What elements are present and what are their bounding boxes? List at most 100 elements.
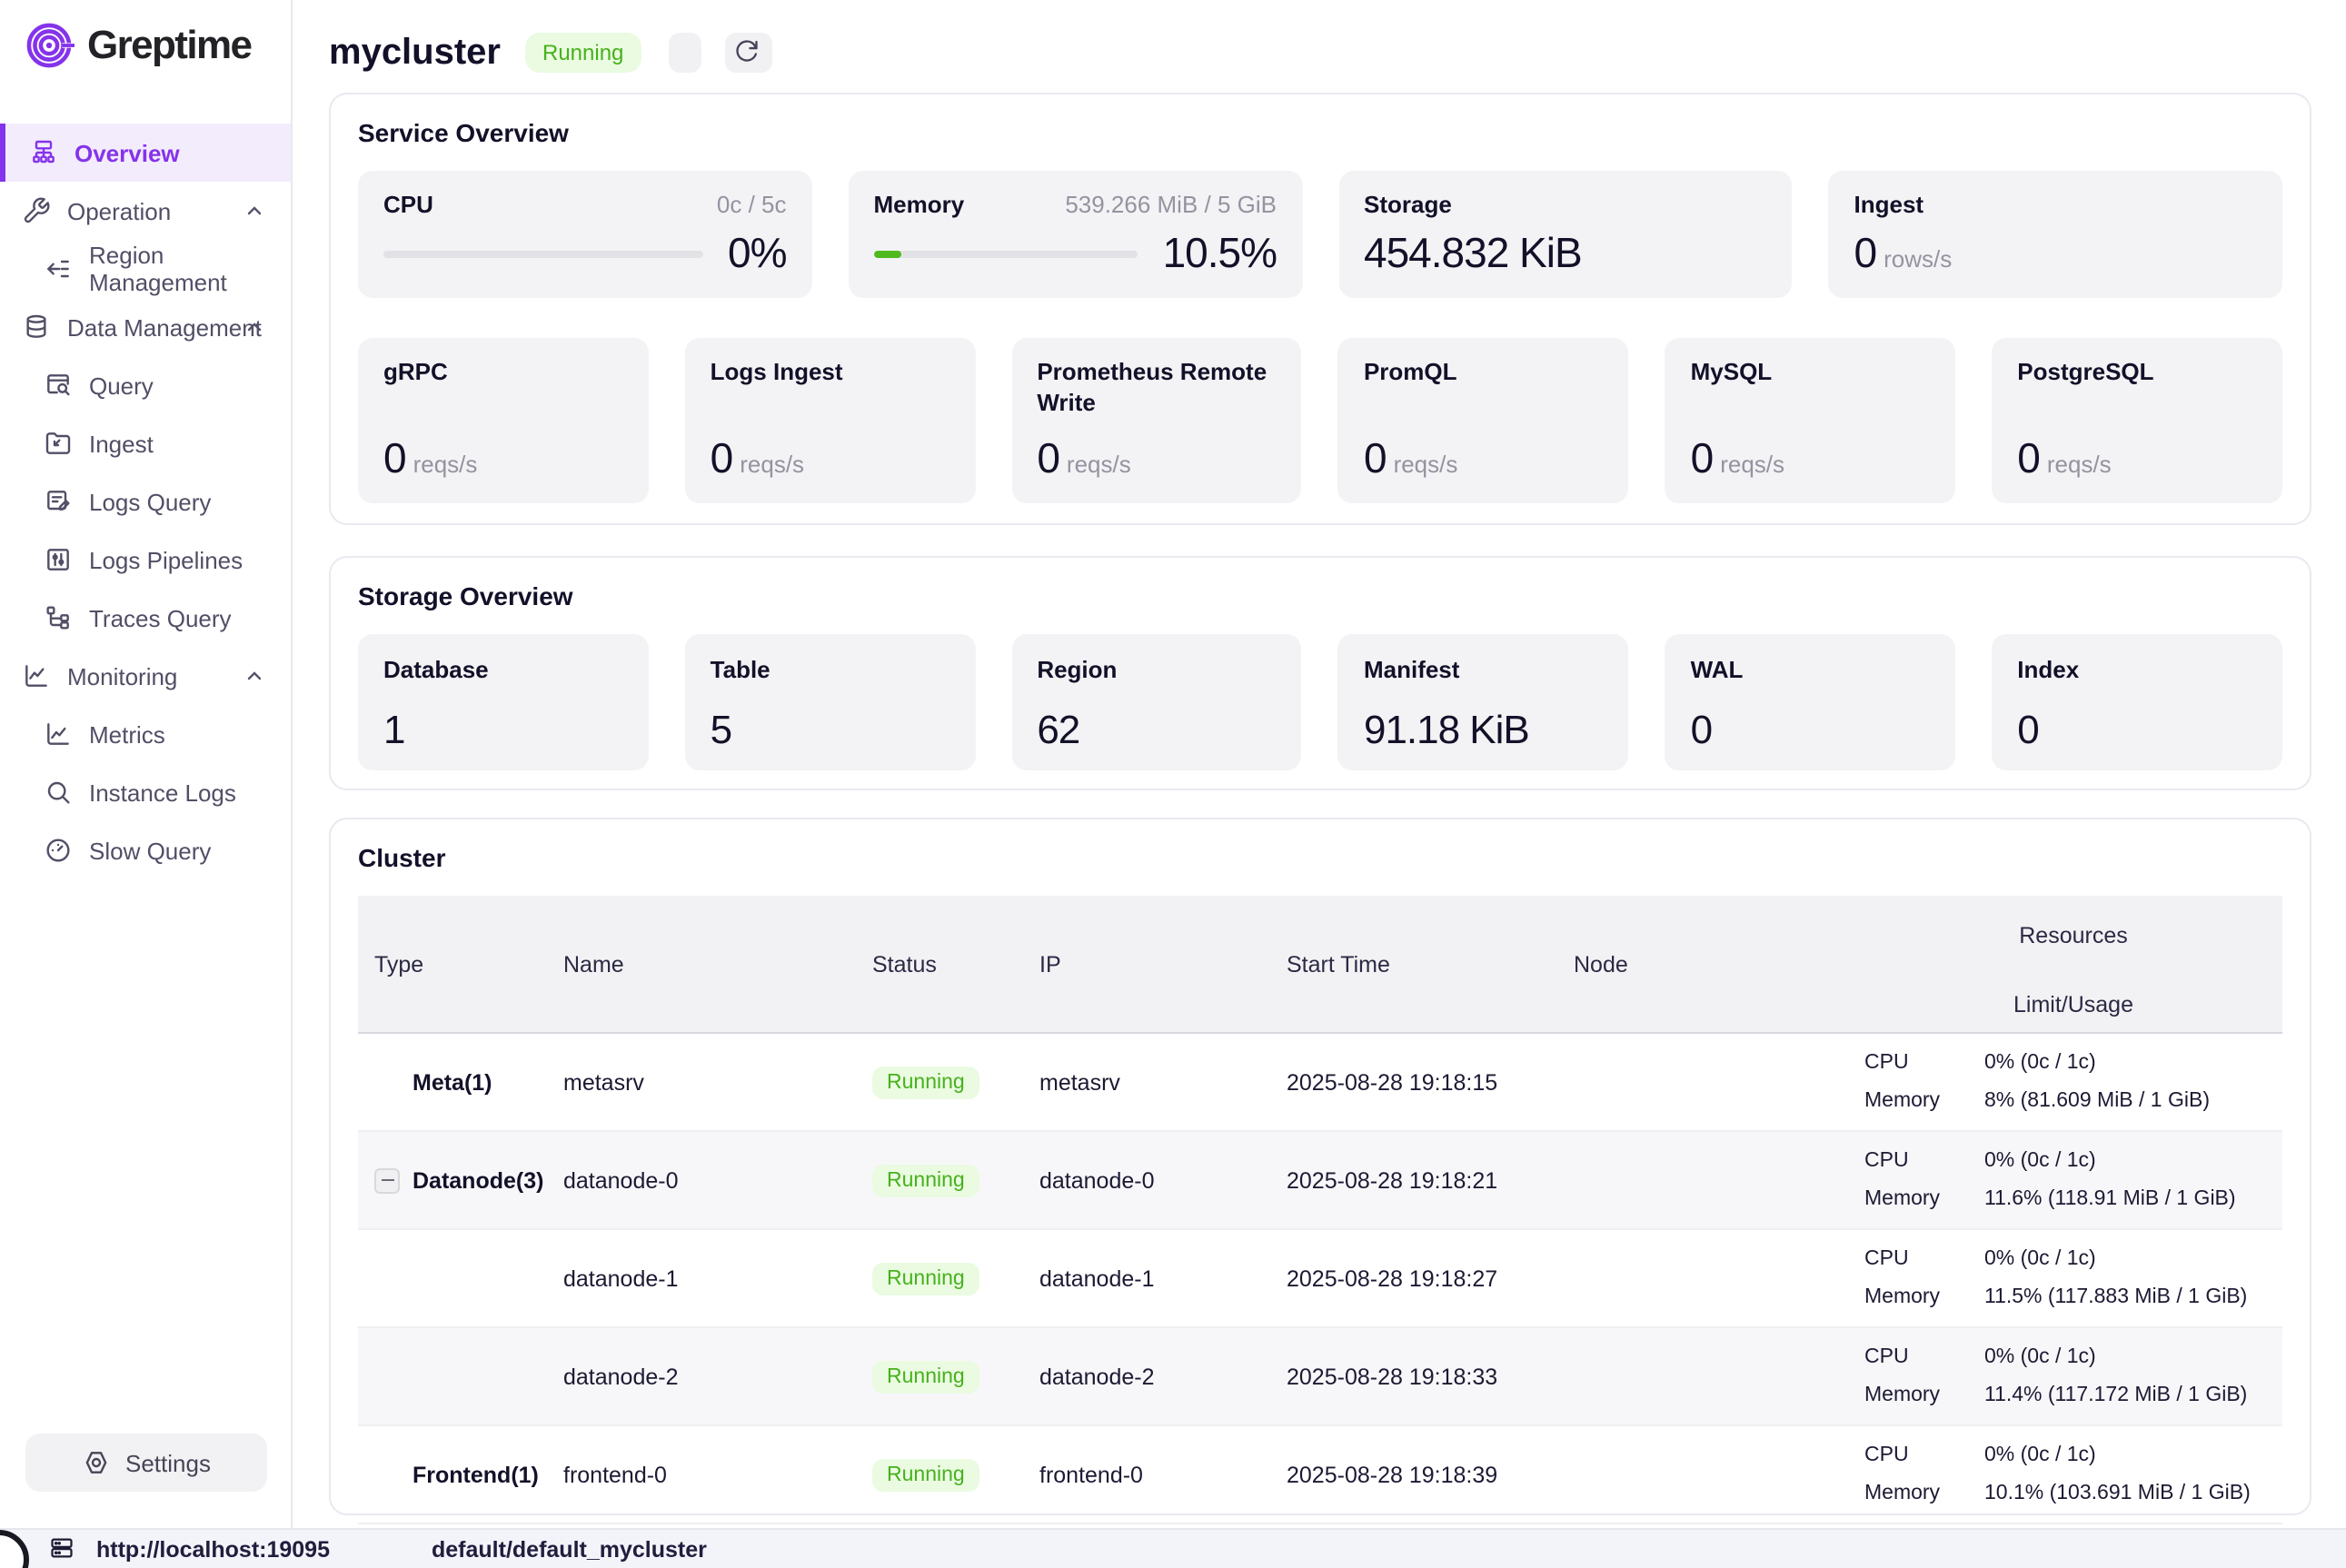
sidebar-item-traces-query[interactable]: Traces Query <box>0 589 291 647</box>
resource-values: 0% (0c / 1c) 11.5% (117.883 MiB / 1 GiB) <box>1968 1229 2282 1327</box>
settings-button[interactable]: Settings <box>25 1434 267 1492</box>
sidebar-item-monitoring[interactable]: Monitoring <box>0 647 291 705</box>
postgresql-label: PostgreSQL <box>2017 358 2257 389</box>
sidebar-item-overview[interactable]: Overview <box>0 124 291 182</box>
row-ip: frontend-0 <box>1023 1425 1270 1523</box>
database-stat-label: Database <box>383 656 489 683</box>
logs-ingest-card: Logs Ingest 0 reqs/s <box>685 338 976 503</box>
ingest-value: 0 <box>1854 229 1877 278</box>
ingest-folder-icon <box>44 429 73 458</box>
protocol-metric-row: gRPC 0 reqs/s Logs Ingest 0 reqs/s Prome… <box>358 338 2282 503</box>
status-badge: Running <box>872 1262 979 1295</box>
row-start-time: 2025-08-28 19:18:15 <box>1270 1033 1557 1131</box>
sidebar-item-query[interactable]: Query <box>0 356 291 414</box>
col-header-ip: IP <box>1023 896 1270 1033</box>
search-icon <box>44 778 73 807</box>
cpu-label: CPU <box>383 191 433 222</box>
manifest-stat-value: 91.18 KiB <box>1364 707 1604 754</box>
resource-values: 0% (0c / 1c) 8% (81.609 MiB / 1 GiB) <box>1968 1033 2282 1131</box>
sidebar-item-region-management[interactable]: Region Management <box>0 240 291 298</box>
row-node <box>1557 1425 1848 1523</box>
prometheus-remote-write-unit: reqs/s <box>1067 451 1131 478</box>
metrics-chart-icon <box>44 719 73 749</box>
sidebar-item-logs-query[interactable]: Logs Query <box>0 472 291 531</box>
row-type: Meta(1) <box>413 1069 492 1095</box>
page-header: mycluster Running <box>329 29 2311 76</box>
blank-action-button[interactable] <box>669 33 701 73</box>
logs-pipelines-icon <box>44 545 73 574</box>
sidebar-nav: Overview Operation <box>0 124 291 879</box>
sidebar-item-instance-logs[interactable]: Instance Logs <box>0 763 291 821</box>
wal-stat-label: WAL <box>1691 656 1744 683</box>
corner-widget-icon[interactable] <box>0 1530 29 1568</box>
memory-card: Memory 539.266 MiB / 5 GiB 10.5% <box>849 171 1303 298</box>
cluster-section: Cluster Type Name Status IP Start Time N… <box>329 818 2311 1515</box>
cluster-section-title: Cluster <box>358 843 2282 872</box>
row-ip: datanode-0 <box>1023 1131 1270 1229</box>
grpc-card: gRPC 0 reqs/s <box>358 338 649 503</box>
table-row-datanode-2: datanode-2 Running datanode-2 2025-08-28… <box>358 1327 2282 1425</box>
sidebar-item-label: Logs Pipelines <box>89 546 243 573</box>
index-stat-card: Index 0 <box>1992 634 2282 770</box>
row-node <box>1557 1131 1848 1229</box>
ingest-card: Ingest 0 rows/s <box>1829 171 2283 298</box>
sidebar-item-logs-pipelines[interactable]: Logs Pipelines <box>0 531 291 589</box>
sidebar-item-data-management[interactable]: Data Management <box>0 298 291 356</box>
row-node <box>1557 1229 1848 1327</box>
sidebar-item-ingest[interactable]: Ingest <box>0 414 291 472</box>
status-badge: Running <box>872 1164 979 1196</box>
memory-progress-fill <box>874 250 901 257</box>
manifest-stat-card: Manifest 91.18 KiB <box>1338 634 1629 770</box>
cluster-status-badge: Running <box>524 33 641 73</box>
row-start-time: 2025-08-28 19:18:21 <box>1270 1131 1557 1229</box>
storage-card: Storage 454.832 KiB <box>1338 171 1793 298</box>
resource-labels: CPU Memory <box>1848 1131 1968 1229</box>
table-stat-value: 5 <box>711 707 950 754</box>
grpc-unit: reqs/s <box>413 451 478 478</box>
storage-value: 454.832 KiB <box>1364 229 1582 278</box>
promql-unit: reqs/s <box>1394 451 1458 478</box>
refresh-button[interactable] <box>725 33 772 73</box>
table-row-datanode-1: datanode-1 Running datanode-1 2025-08-28… <box>358 1229 2282 1327</box>
table-row-metasrv: Meta(1) metasrv Running metasrv 2025-08-… <box>358 1033 2282 1131</box>
row-start-time: 2025-08-28 19:18:27 <box>1270 1229 1557 1327</box>
sidebar: Greptime Overview <box>0 0 293 1530</box>
col-header-status: Status <box>856 896 1023 1033</box>
current-database[interactable]: default/default_mycluster <box>432 1536 707 1562</box>
sidebar-item-slow-query[interactable]: Slow Query <box>0 821 291 879</box>
postgresql-value: 0 <box>2017 434 2040 483</box>
col-header-name: Name <box>547 896 856 1033</box>
sidebar-item-label: Region Management <box>89 242 291 296</box>
cluster-overview-icon <box>29 138 58 167</box>
wrench-icon <box>22 196 51 225</box>
row-name: frontend-0 <box>547 1425 856 1523</box>
chevron-up-icon[interactable] <box>244 665 265 687</box>
sidebar-item-label: Overview <box>75 139 180 166</box>
collapse-datanode-button[interactable] <box>374 1167 400 1193</box>
prometheus-remote-write-card: Prometheus Remote Write 0 reqs/s <box>1011 338 1302 503</box>
server-url[interactable]: http://localhost:19095 <box>96 1536 330 1562</box>
status-badge: Running <box>872 1458 979 1491</box>
memory-percent: 10.5% <box>1163 229 1277 278</box>
storage-overview-section: Storage Overview Database 1 Table 5 Regi… <box>329 556 2311 790</box>
ingest-unit: rows/s <box>1884 245 1952 273</box>
memory-label: Memory <box>874 191 965 222</box>
wal-stat-value: 0 <box>1691 707 1931 754</box>
row-node <box>1557 1033 1848 1131</box>
sidebar-item-operation[interactable]: Operation <box>0 182 291 240</box>
promql-value: 0 <box>1364 434 1387 483</box>
manifest-stat-label: Manifest <box>1364 656 1459 683</box>
region-stat-value: 62 <box>1037 707 1277 754</box>
cpu-progress-bar <box>383 250 702 257</box>
status-badge: Running <box>872 1360 979 1393</box>
resource-values: 0% (0c / 1c) 10.1% (103.691 MiB / 1 GiB) <box>1968 1425 2282 1523</box>
promql-label: PromQL <box>1364 358 1604 389</box>
table-stat-label: Table <box>711 656 770 683</box>
region-stat-label: Region <box>1037 656 1117 683</box>
row-type: Frontend(1) <box>413 1462 539 1487</box>
cpu-percent: 0% <box>728 229 787 278</box>
sidebar-item-metrics[interactable]: Metrics <box>0 705 291 763</box>
chevron-up-icon[interactable] <box>244 316 265 338</box>
refresh-icon <box>734 38 763 67</box>
chevron-up-icon[interactable] <box>244 200 265 222</box>
